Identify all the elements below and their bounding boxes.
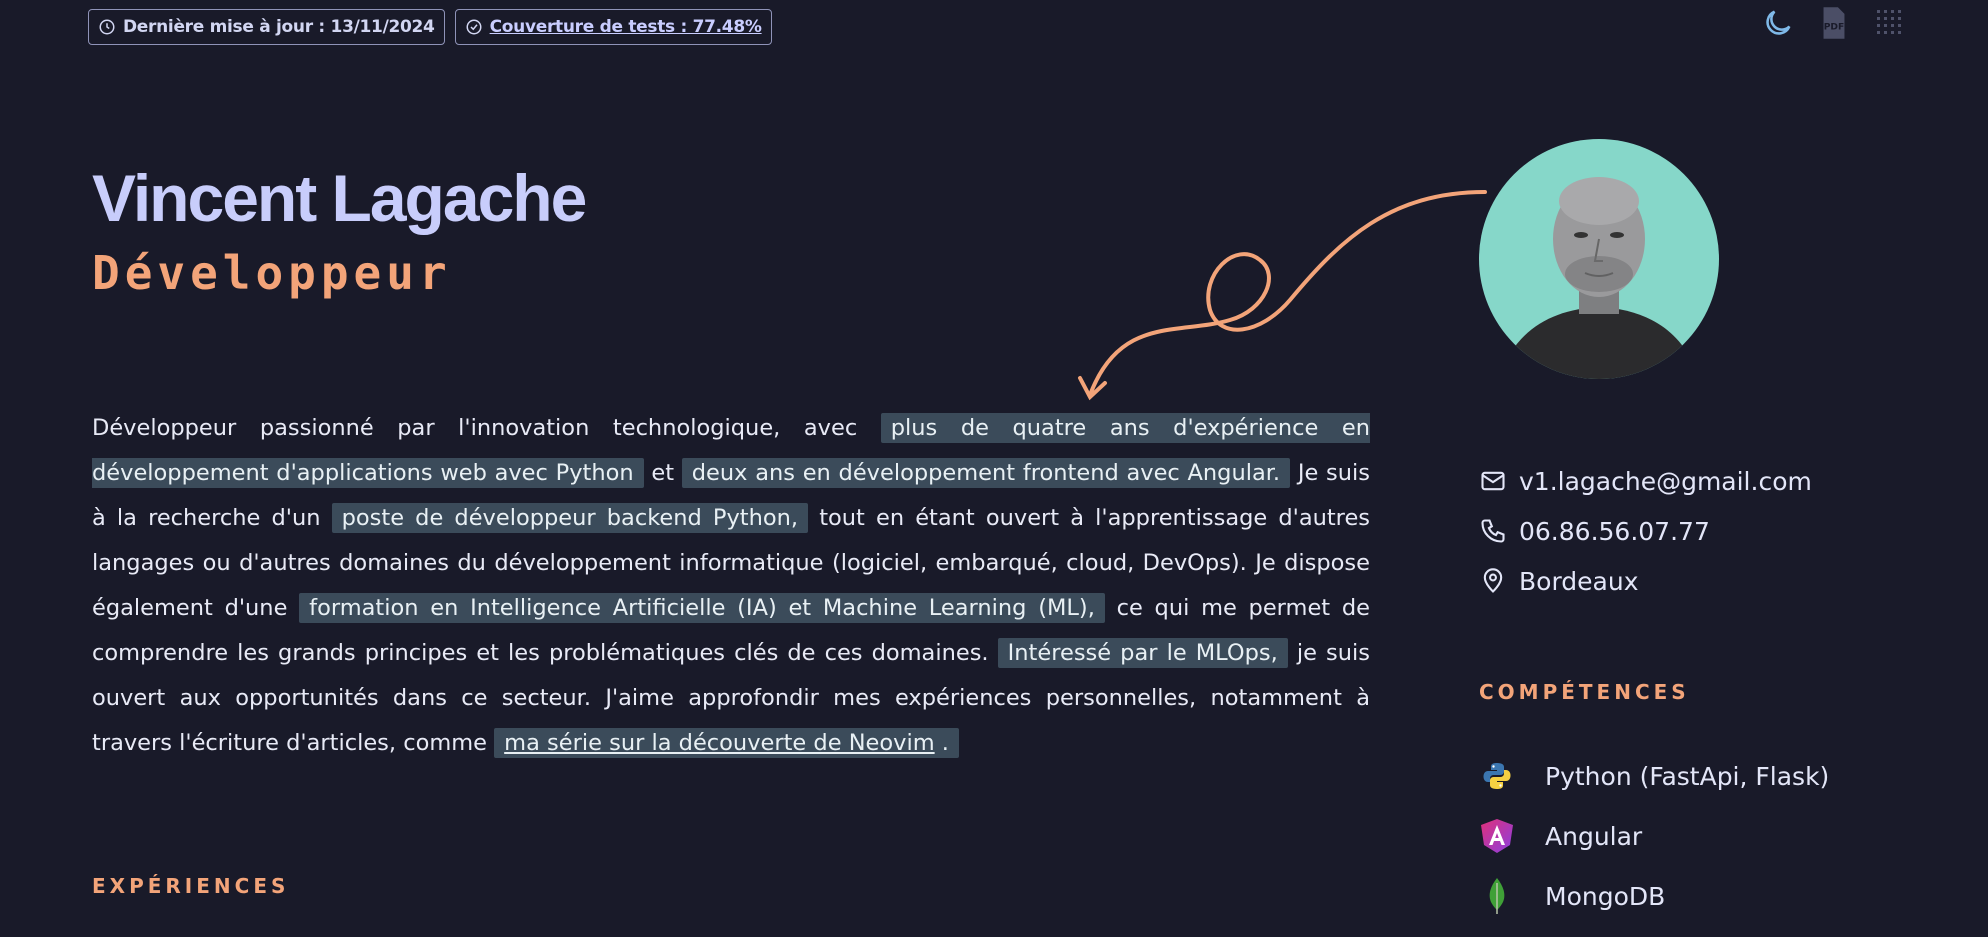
skill-item-mongodb: MongoDB [1479, 866, 1829, 926]
skill-label: Angular [1545, 821, 1643, 851]
last-update-badge: Dernière mise à jour : 13/11/2024 [88, 9, 445, 45]
bio-highlight-training: formation en Intelligence Artificielle (… [299, 593, 1105, 623]
angular-icon [1479, 818, 1515, 854]
header-badges: Dernière mise à jour : 13/11/2024 Couver… [88, 9, 772, 45]
last-update-text: Dernière mise à jour : 13/11/2024 [123, 17, 435, 37]
bio-highlight-frontend: deux ans en développement frontend avec … [681, 458, 1291, 488]
bio-paragraph: Développeur passionné par l'innovation t… [92, 406, 1370, 766]
pdf-icon[interactable]: PDF [1816, 5, 1852, 41]
skills-title: COMPÉTENCES [1479, 680, 1690, 704]
skill-label: Python (FastApi, Flask) [1545, 761, 1830, 791]
contact-email[interactable]: v1.lagache@gmail.com [1479, 456, 1812, 506]
clock-icon [99, 19, 115, 35]
bio-text-2: et [643, 460, 682, 486]
skill-item-python: Python (FastApi, Flask) [1479, 746, 1829, 806]
test-coverage-link[interactable]: Couverture de tests : 77.48% [490, 17, 762, 37]
mail-icon [1481, 471, 1505, 491]
bio-highlight-mlops: Intéressé par le MLOps, [997, 638, 1288, 668]
bio-link-wrapper: ma série sur la découverte de Neovim . [494, 728, 959, 758]
skill-item-angular: Angular [1479, 806, 1829, 866]
map-pin-icon [1483, 568, 1503, 593]
svg-text:PDF: PDF [1824, 23, 1845, 33]
decorative-arrow [1078, 190, 1487, 401]
contact-location: Bordeaux [1479, 556, 1812, 606]
experiences-title: EXPÉRIENCES [92, 874, 290, 898]
email-text[interactable]: v1.lagache@gmail.com [1519, 467, 1812, 496]
skill-label: MongoDB [1545, 881, 1666, 911]
person-role: Développeur [92, 246, 452, 300]
python-icon [1479, 758, 1515, 794]
contact-list: v1.lagache@gmail.com 06.86.56.07.77 Bord… [1479, 456, 1812, 606]
phone-icon [1481, 519, 1505, 543]
skills-list: Python (FastApi, Flask) Angular MongoDB [1479, 746, 1829, 926]
bio-link-suffix: . [934, 730, 949, 756]
check-circle-icon [466, 19, 482, 35]
contact-phone[interactable]: 06.86.56.07.77 [1479, 506, 1812, 556]
avatar [1479, 139, 1719, 379]
grid-icon[interactable] [1872, 5, 1908, 41]
neovim-series-link[interactable]: ma série sur la découverte de Neovim [504, 730, 934, 756]
cv-page: Dernière mise à jour : 13/11/2024 Couver… [0, 0, 1988, 937]
top-actions: PDF [1760, 5, 1908, 41]
person-name: Vincent Lagache [92, 161, 587, 235]
phone-text[interactable]: 06.86.56.07.77 [1519, 517, 1710, 546]
bio-text-1: Développeur passionné par l'innovation t… [92, 415, 881, 441]
moon-icon[interactable] [1760, 5, 1796, 41]
city-text: Bordeaux [1519, 566, 1639, 596]
bio-highlight-position: poste de développeur backend Python, [331, 503, 809, 533]
mongodb-icon [1479, 878, 1515, 914]
test-coverage-badge[interactable]: Couverture de tests : 77.48% [454, 9, 772, 45]
